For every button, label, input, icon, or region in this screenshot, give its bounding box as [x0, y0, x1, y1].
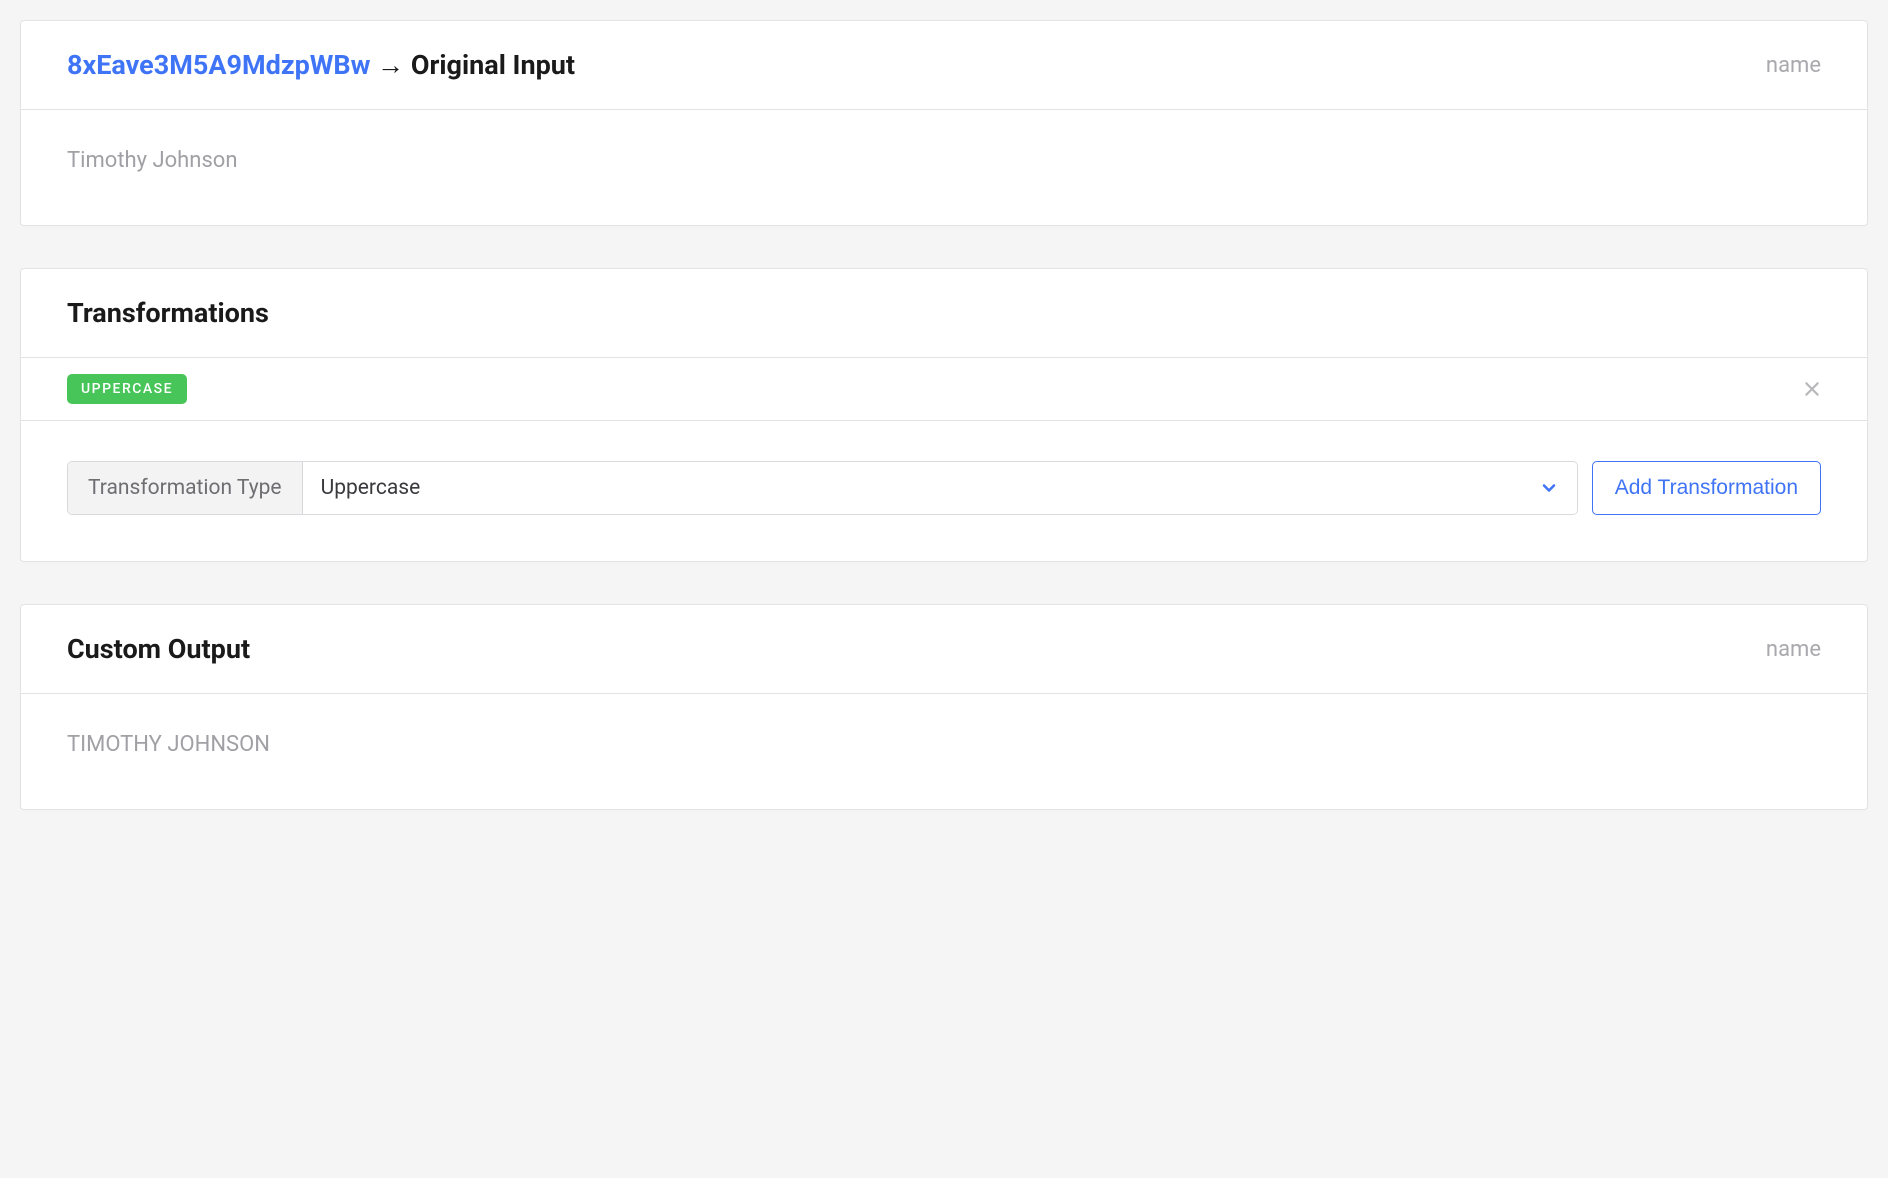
chevron-down-icon [1539, 478, 1559, 498]
input-card-title: 8xEave3M5A9MdzpWBw → Original Input [67, 49, 575, 81]
applied-transformation-row: UPPERCASE [21, 358, 1867, 421]
transformation-type-select[interactable]: Uppercase [303, 462, 1577, 514]
input-id-link[interactable]: 8xEave3M5A9MdzpWBw [67, 49, 370, 81]
transformation-input-group: Transformation Type Uppercase [67, 461, 1578, 515]
original-input-card: 8xEave3M5A9MdzpWBw → Original Input name… [20, 20, 1868, 226]
output-value: TIMOTHY JOHNSON [21, 694, 1867, 809]
transformations-title: Transformations [21, 269, 1867, 358]
output-card-header: Custom Output name [21, 605, 1867, 694]
transformation-badge: UPPERCASE [67, 374, 187, 404]
input-title-suffix: Original Input [411, 49, 575, 81]
arrow-separator: → [377, 49, 404, 81]
input-card-header: 8xEave3M5A9MdzpWBw → Original Input name [21, 21, 1867, 110]
transformation-form-row: Transformation Type Uppercase Add Transf… [21, 421, 1867, 561]
transformation-type-label: Transformation Type [68, 462, 303, 514]
input-value: Timothy Johnson [21, 110, 1867, 225]
close-icon[interactable] [1803, 380, 1821, 398]
output-field-name: name [1766, 637, 1821, 662]
transformations-card: Transformations UPPERCASE Transformation… [20, 268, 1868, 562]
transformation-selected-value: Uppercase [321, 476, 421, 500]
custom-output-card: Custom Output name TIMOTHY JOHNSON [20, 604, 1868, 810]
input-field-name: name [1766, 53, 1821, 78]
add-transformation-button[interactable]: Add Transformation [1592, 461, 1821, 515]
output-card-title: Custom Output [67, 633, 250, 665]
